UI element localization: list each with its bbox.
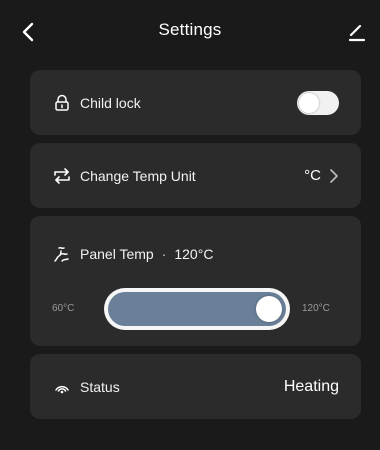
- chevron-right-icon: [329, 168, 339, 184]
- panel-temp-card: Panel Temp · 120°C 60°C 120°C: [30, 216, 361, 346]
- edit-button[interactable]: [342, 16, 370, 48]
- toggle-knob: [299, 92, 319, 113]
- panel-temp-value: 120°C: [174, 246, 214, 262]
- status-label: Status: [80, 378, 120, 395]
- child-lock-toggle[interactable]: [297, 90, 339, 115]
- lock-icon: [52, 93, 72, 113]
- slider-max-label: 120°C: [302, 303, 330, 314]
- status-card: Status Heating: [30, 354, 361, 419]
- panel-temp-label: Panel Temp: [80, 246, 154, 262]
- heat-waves-icon: [52, 244, 72, 264]
- status-value: Heating: [283, 377, 339, 395]
- swap-icon: [52, 166, 72, 186]
- pencil-icon: [348, 24, 366, 42]
- slider-thumb[interactable]: [256, 296, 282, 322]
- page-title: Settings: [158, 20, 222, 39]
- child-lock-label: Child lock: [80, 94, 141, 111]
- signal-icon: [52, 377, 72, 397]
- temp-unit-label: Change Temp Unit: [80, 167, 196, 184]
- slider-min-label: 60°C: [52, 303, 75, 314]
- temp-unit-card[interactable]: Change Temp Unit °C: [30, 143, 361, 208]
- panel-temp-slider[interactable]: [104, 288, 290, 330]
- panel-temp-separator: ·: [161, 246, 167, 262]
- header-bar: Settings: [0, 0, 380, 64]
- child-lock-card: Child lock: [30, 70, 361, 135]
- temp-unit-value: °C: [304, 167, 321, 184]
- panel-temp-header: Panel Temp · 120°C: [52, 244, 213, 264]
